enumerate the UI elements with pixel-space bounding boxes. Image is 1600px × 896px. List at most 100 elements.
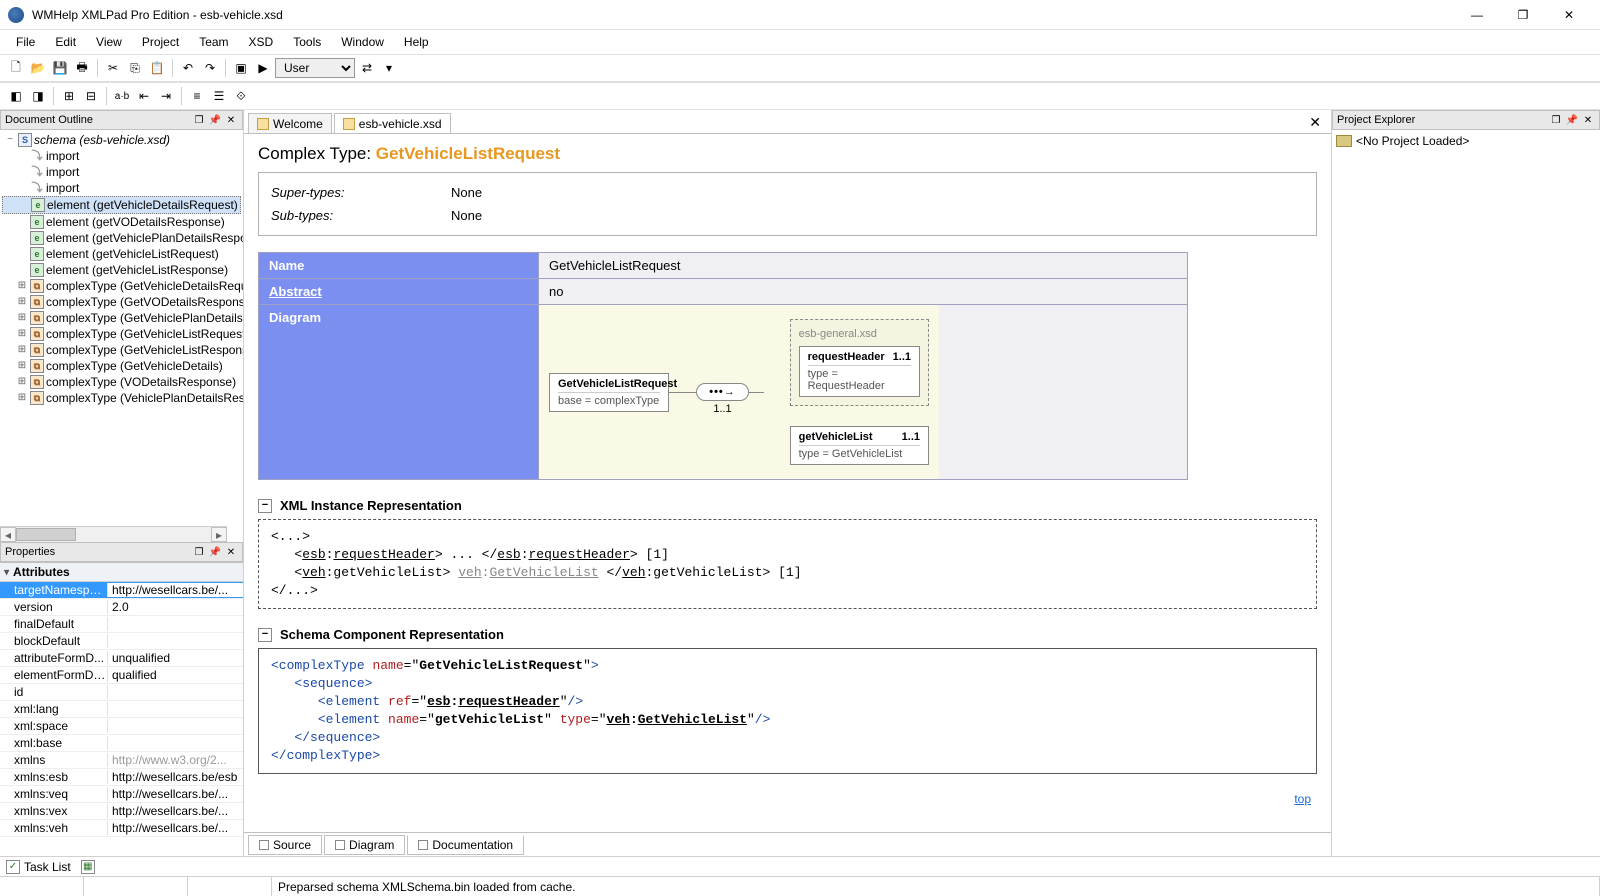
- save-icon[interactable]: 💾: [50, 58, 70, 78]
- undo-icon[interactable]: ↶: [178, 58, 198, 78]
- redo-icon[interactable]: ↷: [200, 58, 220, 78]
- collapse-icon[interactable]: −: [258, 499, 272, 513]
- dropdown-icon[interactable]: ▾: [379, 58, 399, 78]
- property-row[interactable]: attributeFormD...unqualified: [0, 650, 243, 667]
- property-row[interactable]: version2.0: [0, 599, 243, 616]
- panel-close-icon[interactable]: ✕: [224, 545, 238, 559]
- panel-window-icon[interactable]: ❐: [192, 545, 206, 559]
- new-file-icon[interactable]: 🗋: [6, 58, 26, 78]
- tool-b-icon[interactable]: ◨: [28, 86, 48, 106]
- diagram-node-getvehiclelist[interactable]: getVehicleList1..1 type = GetVehicleList: [790, 426, 929, 465]
- list-icon[interactable]: ☰: [209, 86, 229, 106]
- tool-e-icon[interactable]: ⟐: [231, 86, 251, 106]
- panel-window-icon[interactable]: ❐: [1549, 113, 1563, 127]
- tool-a-icon[interactable]: ◧: [6, 86, 26, 106]
- diagram-node-requestheader[interactable]: requestHeader1..1 type = RequestHeader: [799, 346, 920, 397]
- tree-item[interactable]: eelement (getVehicleListResponse): [2, 262, 241, 278]
- property-row[interactable]: xmlnshttp://www.w3.org/2...: [0, 752, 243, 769]
- copy-icon[interactable]: ⎘: [125, 58, 145, 78]
- close-button[interactable]: ✕: [1546, 0, 1592, 30]
- menu-edit[interactable]: Edit: [45, 32, 86, 52]
- property-row[interactable]: xmlns:esbhttp://wesellcars.be/esb: [0, 769, 243, 786]
- documentation-view[interactable]: Complex Type: GetVehicleListRequest Supe…: [244, 134, 1331, 832]
- schema-combo[interactable]: User: [275, 58, 355, 78]
- panel-window-icon[interactable]: ❐: [192, 113, 206, 127]
- project-explorer-body[interactable]: <No Project Loaded>: [1332, 130, 1600, 152]
- run-icon[interactable]: ▶: [253, 58, 273, 78]
- save-all-icon[interactable]: 🖶: [72, 58, 92, 78]
- property-row[interactable]: xmlns:vehhttp://wesellcars.be/...: [0, 820, 243, 837]
- properties-grid[interactable]: targetNamespacehttp://wesellcars.be/...v…: [0, 582, 243, 837]
- tree-item[interactable]: ⤵import: [2, 164, 241, 180]
- tool-c-icon[interactable]: ⊞: [59, 86, 79, 106]
- tree-item[interactable]: eelement (getVehicleListRequest): [2, 246, 241, 262]
- open-file-icon[interactable]: 📂: [28, 58, 48, 78]
- tree-item[interactable]: ⊞⧉complexType (VehiclePlanDetailsRespo: [2, 390, 241, 406]
- panel-pin-icon[interactable]: 📌: [1565, 113, 1579, 127]
- tab-source[interactable]: Source: [248, 835, 322, 855]
- task-view-icon[interactable]: ▦: [81, 860, 95, 874]
- tree-item[interactable]: ⤵import: [2, 148, 241, 164]
- menu-window[interactable]: Window: [331, 32, 394, 52]
- align-left-icon[interactable]: ≡: [187, 86, 207, 106]
- tab-esb-vehicle[interactable]: esb-vehicle.xsd: [334, 113, 451, 133]
- property-row[interactable]: elementFormDe...qualified: [0, 667, 243, 684]
- tree-item[interactable]: ⊞⧉complexType (GetVehicleListRequest): [2, 326, 241, 342]
- tree-root[interactable]: −S schema (esb-vehicle.xsd): [2, 132, 241, 148]
- tree-item[interactable]: eelement (getVehiclePlanDetailsRespons: [2, 230, 241, 246]
- property-row[interactable]: xml:base: [0, 735, 243, 752]
- tab-welcome[interactable]: Welcome: [248, 113, 332, 133]
- sequence-icon[interactable]: •••→: [696, 383, 749, 401]
- tab-diagram[interactable]: Diagram: [324, 835, 405, 855]
- outdent-icon[interactable]: ⇤: [134, 86, 154, 106]
- outline-hscroll[interactable]: ◂ ▸: [0, 526, 227, 542]
- menu-team[interactable]: Team: [189, 32, 238, 52]
- attributes-group-header[interactable]: Attributes: [0, 563, 243, 582]
- validate-icon[interactable]: ▣: [231, 58, 251, 78]
- scroll-right-icon[interactable]: ▸: [211, 527, 227, 542]
- tree-item[interactable]: ⊞⧉complexType (GetVODetailsResponse): [2, 294, 241, 310]
- property-row[interactable]: targetNamespacehttp://wesellcars.be/...: [0, 582, 243, 599]
- paste-icon[interactable]: 📋: [147, 58, 167, 78]
- task-list-label[interactable]: Task List: [24, 860, 71, 874]
- panel-pin-icon[interactable]: 📌: [208, 113, 222, 127]
- font-size-icon[interactable]: a·b: [112, 86, 132, 106]
- transform-icon[interactable]: ⇄: [357, 58, 377, 78]
- menu-project[interactable]: Project: [132, 32, 189, 52]
- collapse-icon[interactable]: −: [258, 628, 272, 642]
- property-row[interactable]: blockDefault: [0, 633, 243, 650]
- menu-help[interactable]: Help: [394, 32, 439, 52]
- menu-xsd[interactable]: XSD: [239, 32, 284, 52]
- menu-view[interactable]: View: [86, 32, 132, 52]
- tree-item[interactable]: ⊞⧉complexType (GetVehiclePlanDetailsRe: [2, 310, 241, 326]
- property-row[interactable]: id: [0, 684, 243, 701]
- tab-documentation[interactable]: Documentation: [407, 835, 524, 855]
- panel-close-icon[interactable]: ✕: [224, 113, 238, 127]
- abstract-link[interactable]: Abstract: [259, 279, 539, 305]
- tree-item[interactable]: ⊞⧉complexType (GetVehicleDetailsReques: [2, 278, 241, 294]
- panel-close-icon[interactable]: ✕: [1581, 113, 1595, 127]
- property-row[interactable]: xmlns:veqhttp://wesellcars.be/...: [0, 786, 243, 803]
- outline-tree[interactable]: −S schema (esb-vehicle.xsd) ⤵import⤵impo…: [0, 130, 243, 406]
- property-row[interactable]: xml:space: [0, 718, 243, 735]
- tree-item[interactable]: eelement (getVODetailsResponse): [2, 214, 241, 230]
- top-link[interactable]: top: [258, 792, 1317, 806]
- maximize-button[interactable]: ❐: [1500, 0, 1546, 30]
- diagram-root-node[interactable]: GetVehicleListRequest base = complexType: [549, 373, 669, 412]
- indent-icon[interactable]: ⇥: [156, 86, 176, 106]
- tree-item[interactable]: ⊞⧉complexType (VODetailsResponse): [2, 374, 241, 390]
- task-check-icon[interactable]: ✓: [6, 860, 20, 874]
- tree-item[interactable]: ⤵import: [2, 180, 241, 196]
- property-row[interactable]: xmlns:vexhttp://wesellcars.be/...: [0, 803, 243, 820]
- tree-item[interactable]: ⊞⧉complexType (GetVehicleDetails): [2, 358, 241, 374]
- tree-item[interactable]: ⊞⧉complexType (GetVehicleListResponse): [2, 342, 241, 358]
- menu-file[interactable]: File: [6, 32, 45, 52]
- tree-item[interactable]: eelement (getVehicleDetailsRequest): [2, 196, 241, 214]
- tool-d-icon[interactable]: ⊟: [81, 86, 101, 106]
- panel-pin-icon[interactable]: 📌: [208, 545, 222, 559]
- menu-tools[interactable]: Tools: [283, 32, 331, 52]
- property-row[interactable]: xml:lang: [0, 701, 243, 718]
- scroll-left-icon[interactable]: ◂: [0, 527, 16, 542]
- tab-close-icon[interactable]: ✕: [1303, 112, 1327, 133]
- property-row[interactable]: finalDefault: [0, 616, 243, 633]
